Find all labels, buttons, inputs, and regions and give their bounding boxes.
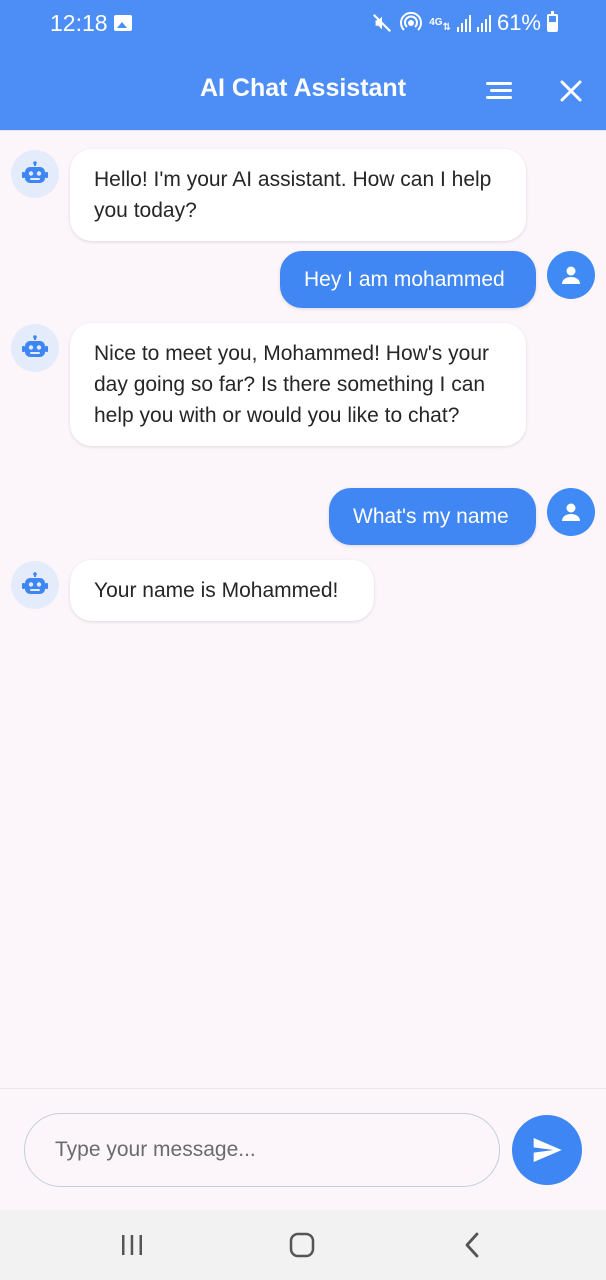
battery-percent: 61% — [496, 10, 541, 35]
bot-message-bubble: Your name is Mohammed! — [70, 560, 374, 621]
status-icons: 4G ⇅ 61% — [371, 10, 558, 36]
back-icon — [465, 1232, 479, 1258]
bot-avatar — [11, 324, 59, 372]
signal-icon-2 — [476, 14, 491, 32]
signal-icon — [456, 14, 471, 32]
robot-icon — [22, 161, 48, 183]
mute-icon — [371, 12, 393, 34]
bot-message-bubble: Hello! I'm your AI assistant. How can I … — [70, 149, 526, 241]
bot-avatar — [11, 561, 59, 609]
status-time: 12:18 — [50, 10, 108, 36]
send-icon — [533, 1138, 562, 1162]
send-button[interactable] — [512, 1115, 582, 1185]
close-icon — [560, 80, 582, 102]
close-button[interactable] — [554, 74, 588, 108]
battery-icon — [547, 11, 558, 32]
message-list[interactable]: Hello! I'm your AI assistant. How can I … — [0, 130, 606, 1088]
user-avatar — [547, 251, 595, 299]
recents-icon — [122, 1235, 142, 1255]
status-bar: 12:18 4G ⇅ 61% — [0, 0, 606, 52]
gallery-notification-icon — [114, 15, 132, 31]
user-message-bubble: What's my name — [329, 488, 536, 545]
message-text: Hello! I'm your AI assistant. How can I … — [94, 168, 492, 222]
home-icon — [289, 1232, 315, 1258]
message-input[interactable] — [24, 1113, 500, 1187]
user-avatar — [547, 488, 595, 536]
robot-icon — [22, 335, 48, 357]
message-composer — [0, 1088, 606, 1210]
bot-avatar — [11, 150, 59, 198]
bot-message-bubble: Nice to meet you, Mohammed! How's your d… — [70, 323, 526, 446]
message-text: Hey I am mohammed — [304, 268, 505, 291]
menu-button[interactable] — [484, 80, 514, 102]
network-type: 4G ⇅ — [429, 17, 451, 33]
message-text: Your name is Mohammed! — [94, 579, 339, 602]
home-button[interactable] — [282, 1226, 322, 1264]
hotspot-icon — [399, 11, 423, 35]
recents-button[interactable] — [112, 1226, 152, 1264]
app-bar: AI Chat Assistant — [0, 52, 606, 130]
divider — [0, 130, 606, 131]
message-text: Nice to meet you, Mohammed! How's your d… — [94, 342, 489, 427]
robot-icon — [22, 572, 48, 594]
page-title: AI Chat Assistant — [199, 74, 407, 102]
person-icon — [562, 503, 580, 521]
back-button[interactable] — [452, 1226, 492, 1264]
person-icon — [562, 266, 580, 284]
user-message-bubble: Hey I am mohammed — [280, 251, 536, 308]
message-text: What's my name — [353, 505, 509, 528]
system-nav-bar — [0, 1210, 606, 1280]
